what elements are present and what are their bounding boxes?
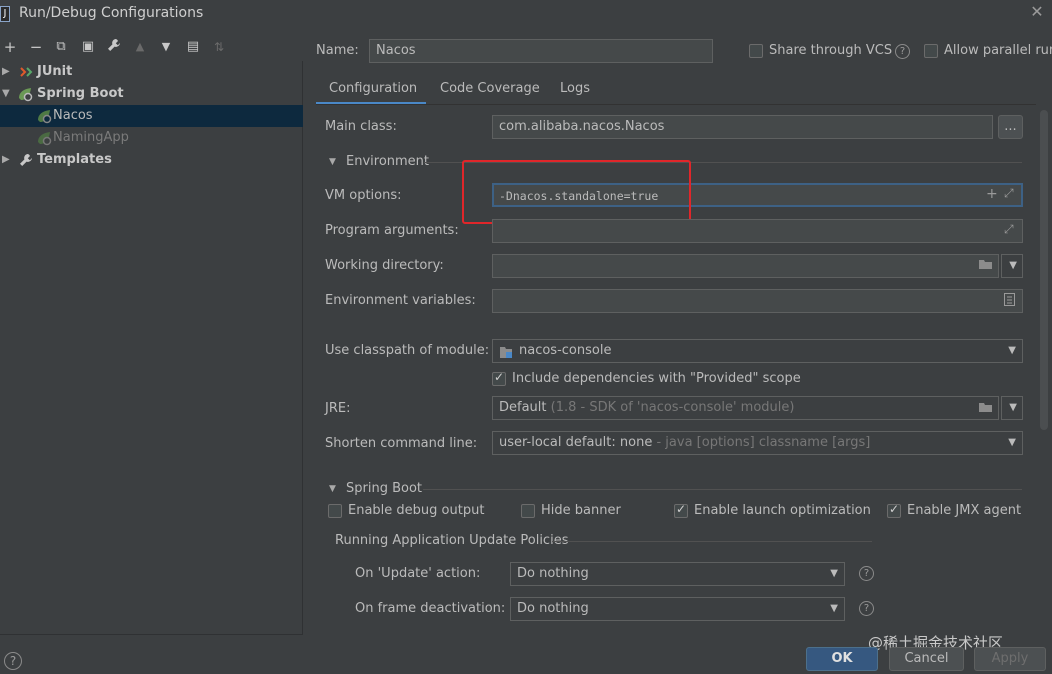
allow-parallel-checkbox[interactable] <box>924 44 938 58</box>
spring-boot-icon <box>17 86 33 102</box>
working-directory-label: Working directory: <box>325 258 444 273</box>
on-frame-label: On frame deactivation: <box>355 601 506 616</box>
wrench-icon[interactable] <box>105 38 123 56</box>
add-icon[interactable]: + <box>1 38 19 56</box>
shorten-command-line-label: Shorten command line: <box>325 436 478 451</box>
copy-icon[interactable]: ⧉ <box>52 38 70 56</box>
hide-banner-checkbox[interactable] <box>521 504 535 518</box>
tab-logs[interactable]: Logs <box>560 79 590 105</box>
tab-divider <box>316 104 1036 105</box>
include-dependencies-label: Include dependencies with "Provided" sco… <box>512 371 801 386</box>
cancel-button[interactable]: Cancel <box>889 647 964 671</box>
tree-item-namingapp[interactable]: NamingApp <box>0 127 303 149</box>
scrollbar[interactable] <box>1040 110 1048 430</box>
junit-icon <box>19 64 35 80</box>
debug-output-label: Enable debug output <box>348 503 485 518</box>
tab-code-coverage[interactable]: Code Coverage <box>440 79 540 105</box>
tree-item-spring-boot[interactable]: ▼ Spring Boot <box>0 83 303 105</box>
expand-icon[interactable]: ⤢ <box>1004 222 1014 237</box>
browse-button[interactable]: ... <box>998 115 1023 139</box>
environment-section-title: Environment <box>346 154 430 169</box>
share-vcs-label: Share through VCS <box>769 43 893 58</box>
on-frame-dropdown[interactable]: Do nothing ▼ <box>510 597 845 621</box>
arrow-up-icon[interactable]: ▲ <box>131 38 149 56</box>
tab-configuration[interactable]: Configuration <box>316 79 426 105</box>
wrench-icon-svg <box>108 39 120 51</box>
wrench-icon <box>19 152 35 168</box>
collapse-environment-icon[interactable]: ▼ <box>329 157 336 167</box>
classpath-value: nacos-console <box>519 343 612 358</box>
add-icon[interactable]: + <box>986 186 998 202</box>
vm-options-label: VM options: <box>325 188 402 203</box>
save-icon[interactable]: ▣ <box>79 38 97 56</box>
share-vcs-checkbox[interactable] <box>749 44 763 58</box>
include-dependencies-checkbox[interactable] <box>492 370 506 386</box>
apply-button[interactable]: Apply <box>974 647 1046 671</box>
folder-icon[interactable] <box>978 258 993 273</box>
spring-app-icon <box>36 108 52 124</box>
help-icon[interactable]: ? <box>895 44 910 59</box>
tree-item-nacos[interactable]: Nacos <box>0 105 303 127</box>
spring-boot-divider <box>423 489 1022 490</box>
main-class-input[interactable]: com.alibaba.nacos.Nacos <box>492 115 993 139</box>
environment-variables-label: Environment variables: <box>325 293 476 308</box>
jre-dropdown[interactable]: ▼ <box>1001 396 1023 420</box>
module-icon <box>499 345 513 362</box>
expand-icon[interactable]: ⤢ <box>1004 186 1014 201</box>
jre-hint: (1.8 - SDK of 'nacos-console' module) <box>550 400 795 415</box>
name-label: Name: <box>316 43 359 58</box>
launch-optimization-checkbox[interactable] <box>674 502 688 518</box>
spring-boot-section-title: Spring Boot <box>346 481 423 496</box>
debug-output-checkbox[interactable] <box>328 504 342 518</box>
tree-item-templates[interactable]: ▶ Templates <box>0 149 303 171</box>
name-input[interactable]: Nacos <box>369 39 713 63</box>
allow-parallel-label: Allow parallel run <box>944 43 1052 58</box>
collapse-spring-boot-icon[interactable]: ▼ <box>329 484 336 494</box>
arrow-down-icon[interactable]: ▼ <box>157 38 175 56</box>
spring-app-icon <box>36 130 52 146</box>
jre-label: JRE: <box>325 401 351 416</box>
environment-variables-input[interactable] <box>492 289 1023 313</box>
working-directory-dropdown[interactable]: ▼ <box>1001 254 1023 278</box>
help-icon[interactable]: ? <box>4 652 22 670</box>
shorten-hint: - java [options] classname [args] <box>656 435 871 450</box>
on-update-value: Do nothing <box>517 566 589 581</box>
on-update-label: On 'Update' action: <box>355 566 481 581</box>
highlight-box <box>462 160 691 224</box>
jre-value: Default <box>499 400 547 415</box>
launch-optimization-label: Enable launch optimization <box>694 503 871 518</box>
app-icon: J <box>0 6 10 22</box>
shorten-command-line-dropdown[interactable]: user-local default: none - java [options… <box>492 431 1023 455</box>
hide-banner-label: Hide banner <box>541 503 621 518</box>
main-class-label: Main class: <box>325 119 397 134</box>
jmx-agent-label: Enable JMX agent <box>907 503 1022 518</box>
jmx-agent-checkbox[interactable] <box>887 502 901 518</box>
window-title: Run/Debug Configurations <box>19 5 204 21</box>
document-icon[interactable] <box>1004 293 1015 309</box>
program-arguments-input[interactable] <box>492 219 1023 243</box>
folder-icon[interactable] <box>978 401 993 416</box>
program-arguments-label: Program arguments: <box>325 223 459 238</box>
classpath-label: Use classpath of module: <box>325 343 490 358</box>
sort-icon[interactable]: ⇅ <box>210 38 228 56</box>
ok-button[interactable]: OK <box>806 647 878 671</box>
policies-divider <box>552 541 872 542</box>
help-icon[interactable]: ? <box>859 601 874 616</box>
on-frame-value: Do nothing <box>517 601 589 616</box>
jre-input[interactable]: Default (1.8 - SDK of 'nacos-console' mo… <box>492 396 999 420</box>
close-icon[interactable]: ✕ <box>1027 2 1047 21</box>
help-icon[interactable]: ? <box>859 566 874 581</box>
working-directory-input[interactable] <box>492 254 999 278</box>
shorten-value: user-local default: none <box>499 435 653 450</box>
remove-icon[interactable]: − <box>27 38 45 56</box>
on-update-dropdown[interactable]: Do nothing ▼ <box>510 562 845 586</box>
update-policies-title: Running Application Update Policies <box>335 533 569 548</box>
tree-item-junit[interactable]: ▶ JUnit <box>0 61 303 83</box>
classpath-dropdown[interactable]: nacos-console ▼ <box>492 339 1023 363</box>
new-folder-icon[interactable]: ▤ <box>184 38 202 56</box>
configuration-tree: ▶ JUnit ▼ Spring Boot Nacos NamingApp ▶ … <box>0 61 303 635</box>
